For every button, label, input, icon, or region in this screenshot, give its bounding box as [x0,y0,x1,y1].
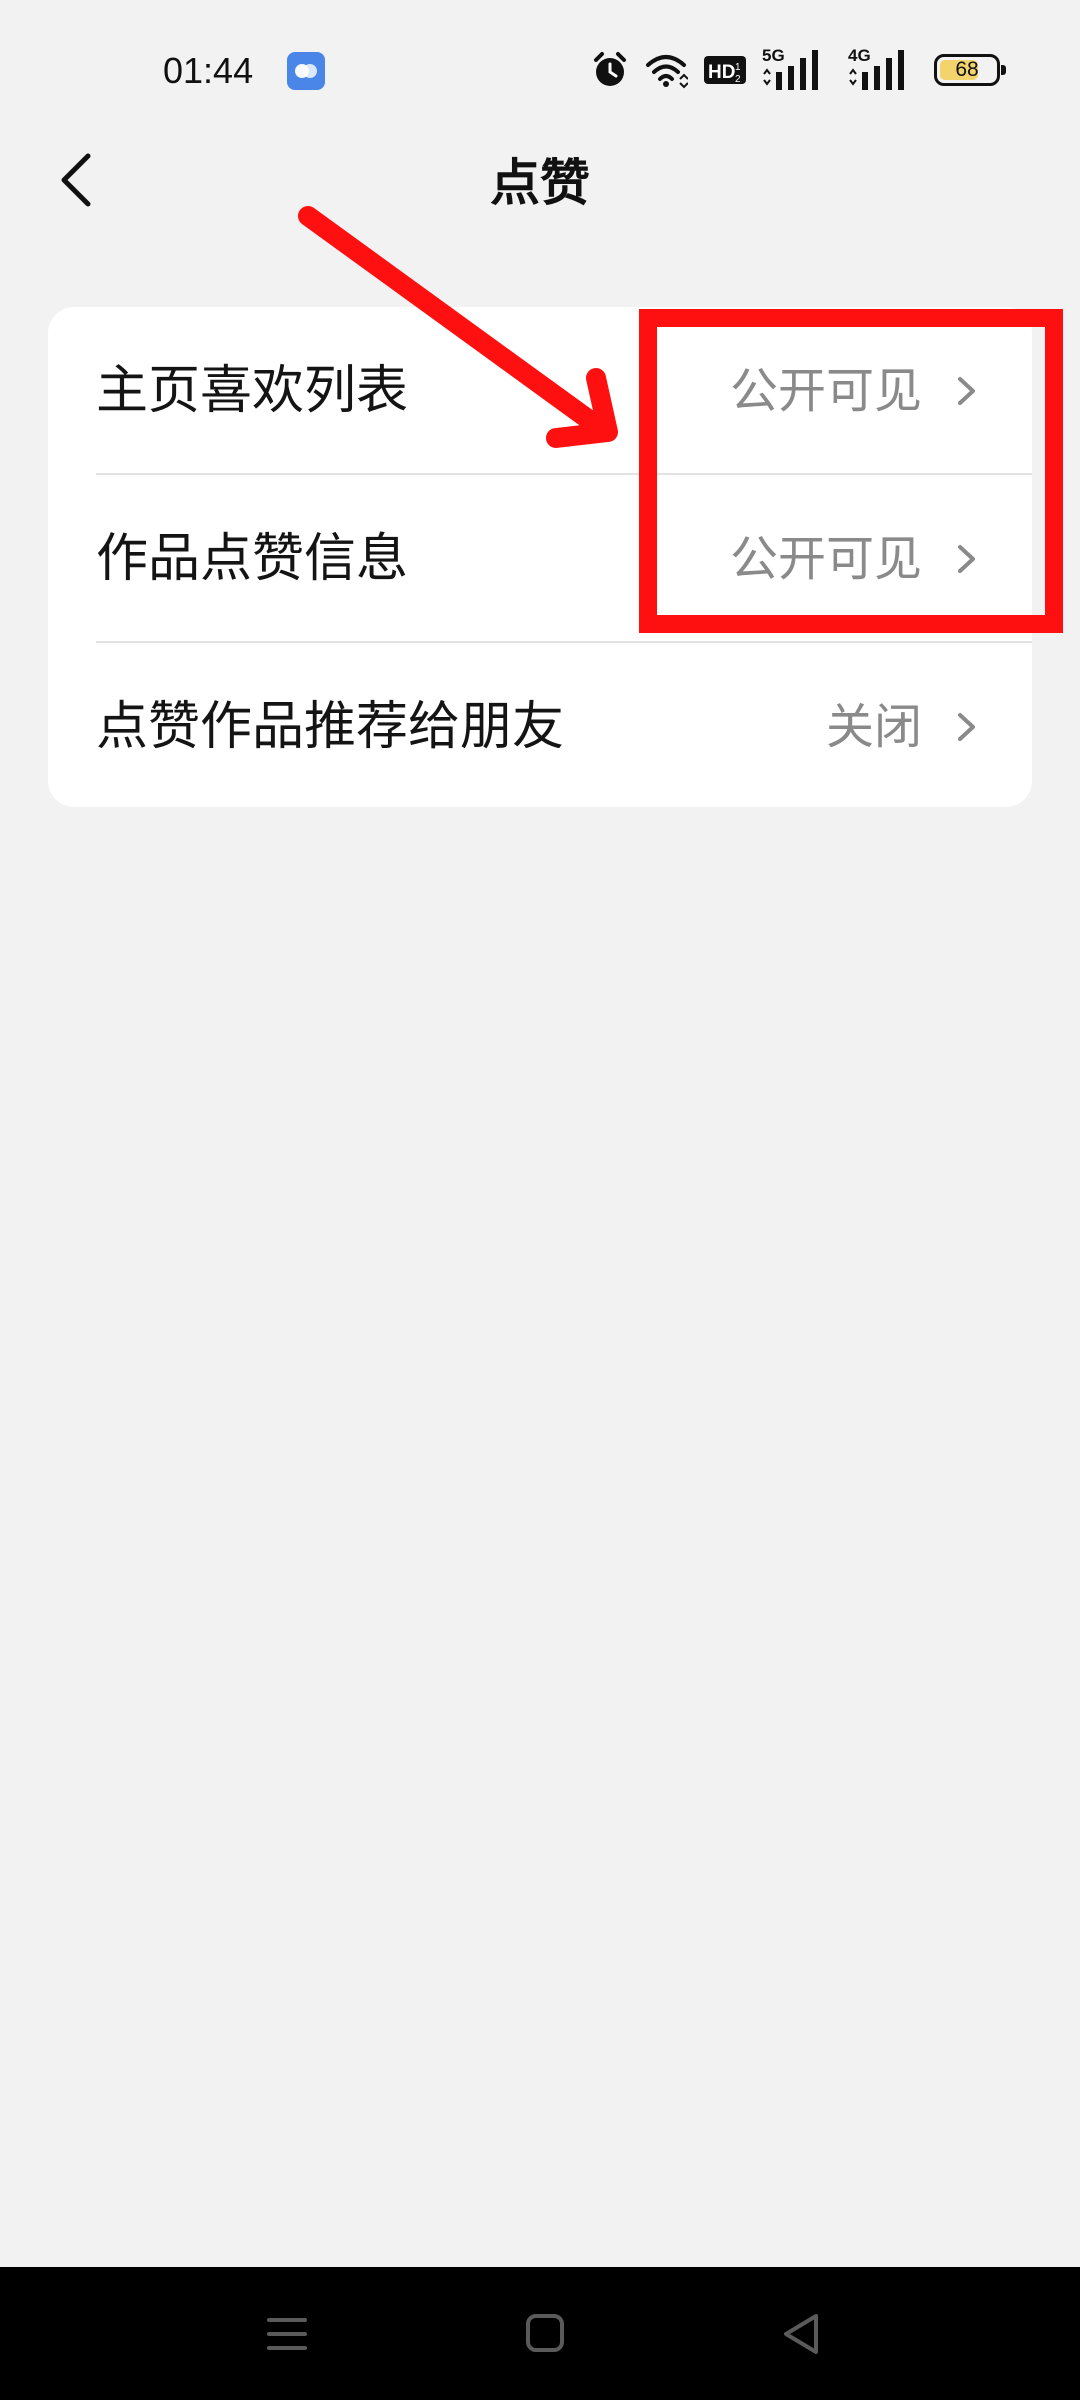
page-title: 点赞 [490,154,590,212]
svg-text:2: 2 [735,74,741,85]
signal-5g-icon: 5G [762,46,832,92]
back-triangle-icon [784,2314,818,2354]
chevron-right-icon [954,539,980,579]
status-time: 01:44 [163,50,254,91]
svg-text:HD: HD [708,62,735,83]
setting-value: 公开可见 [729,531,922,587]
alarm-icon [592,50,628,90]
setting-label: 点赞作品推荐给朋友 [96,697,565,757]
setting-value: 关闭 [825,699,922,755]
status-bar: 01:44 HD 1 2 5G 4G 68 [0,0,1080,140]
hd-voice-icon: HD 1 2 [704,54,746,86]
settings-card: 主页喜欢列表 公开可见 作品点赞信息 公开可见 点赞作品推荐给朋友 关闭 [48,307,1032,807]
setting-value: 公开可见 [729,363,922,419]
home-button[interactable] [508,2298,580,2370]
home-icon [526,2314,564,2352]
chevron-right-icon [954,707,980,747]
system-back-button[interactable] [766,2298,838,2370]
status-icons: HD 1 2 5G 4G 68 [592,46,1006,92]
wifi-icon [644,51,688,89]
battery-level: 68 [955,58,979,81]
setting-label: 主页喜欢列表 [96,361,409,421]
setting-label: 作品点赞信息 [96,529,409,589]
battery-tip [1001,65,1006,75]
setting-row-work-like-info[interactable]: 作品点赞信息 公开可见 [48,475,1032,643]
svg-text:1: 1 [735,62,741,73]
signal-4g-icon: 4G [848,46,918,92]
setting-row-homepage-likes-list[interactable]: 主页喜欢列表 公开可见 [48,307,1032,475]
menu-icon [267,2318,307,2350]
chevron-right-icon [954,371,980,411]
battery-icon: 68 [934,54,1006,86]
recent-apps-button[interactable] [251,2298,323,2370]
app-notification-icon [287,52,325,90]
navigation-bar [0,2267,1080,2400]
setting-row-recommend-liked-works[interactable]: 点赞作品推荐给朋友 关闭 [48,643,1032,807]
